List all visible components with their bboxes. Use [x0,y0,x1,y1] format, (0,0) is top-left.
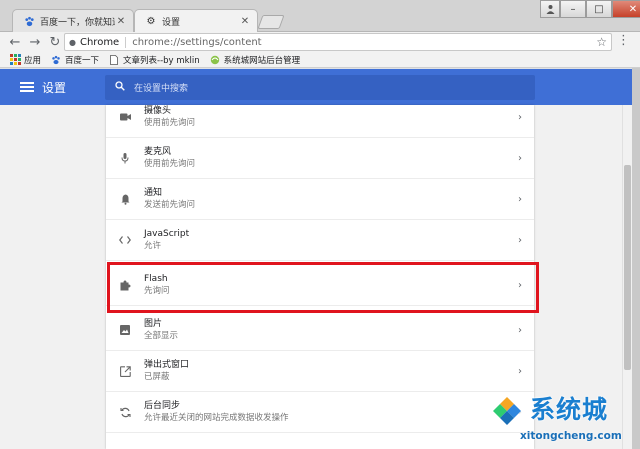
gear-icon: ⚙ [146,16,156,27]
setting-status: 允许最近关闭的网站完成数据收发操作 [144,413,289,423]
baidu-paw-icon [51,55,61,65]
bookmark-article-list[interactable]: 文章列表--by mklin [109,54,200,66]
setting-name: JavaScript [144,229,190,239]
chevron-right-icon: › [518,324,522,336]
popup-icon [106,365,144,377]
minimize-button[interactable]: – [560,0,586,18]
bookmark-baidu[interactable]: 百度一下 [51,54,99,66]
setting-name: 麦克风 [144,147,172,157]
setting-row-popups[interactable]: 弹出式窗口 已屏蔽 › [106,351,534,392]
close-window-button[interactable]: ✕ [612,0,640,18]
tab-settings[interactable]: ⚙ 设置 ✕ [134,9,258,33]
setting-status: 已屏蔽 [144,372,170,382]
apps-grid-icon [9,54,21,65]
setting-row-camera[interactable]: 摄像头 使用前先询问 › [106,105,534,138]
chevron-right-icon: › [518,152,522,164]
bookmark-apps[interactable]: 应用 [9,54,42,66]
setting-status: 全部显示 [144,331,179,341]
setting-status: 允许 [144,241,162,251]
microphone-icon [106,152,144,164]
tab-baidu[interactable]: 百度一下，你就知道 ✕ [12,9,134,32]
close-tab-icon[interactable]: ✕ [115,16,127,27]
settings-header: 设置 在设置中搜索 [0,69,632,105]
setting-name: 通知 [144,188,163,198]
tab-label: 设置 [162,18,181,28]
search-placeholder: 在设置中搜索 [134,84,189,94]
close-tab-icon[interactable]: ✕ [239,16,251,27]
bookmark-label: 应用 [24,55,42,66]
user-icon[interactable] [540,0,560,18]
camera-icon [106,113,144,121]
settings-search-input[interactable]: 在设置中搜索 [105,75,535,100]
browser-toolbar: ← → ↻ ● Chrome chrome://settings/content… [0,32,640,52]
code-brackets-icon [106,236,144,244]
chevron-right-icon: › [518,234,522,246]
maximize-button[interactable]: □ [586,0,612,18]
chevron-right-icon: › [518,193,522,205]
baidu-paw-icon [23,15,35,27]
setting-status: 使用前先询问 [144,159,196,169]
setting-name: 摄像头 [144,106,172,116]
setting-name: 弹出式窗口 [144,360,190,370]
bookmark-label: 文章列表--by mklin [123,55,200,66]
more-menu-icon[interactable]: ⋮ [617,33,630,48]
address-url[interactable]: chrome://settings/content [132,37,596,48]
image-icon [106,325,144,335]
bookmarks-bar: 应用 百度一下 文章列表--by mklin 系统城网站后台管理 [0,52,640,68]
page-icon [109,54,119,65]
setting-name: 图片 [144,319,163,329]
setting-status: 使用前先询问 [144,118,196,128]
site-globe-icon [210,55,220,65]
window-controls: – □ ✕ [540,0,640,18]
watermark: 系统城 xitongcheng.com [490,390,640,449]
setting-row-javascript[interactable]: JavaScript 允许 › [106,220,534,261]
watermark-url: xitongcheng.com [520,430,622,442]
back-arrow-icon[interactable]: ← [6,33,24,51]
setting-row-notifications[interactable]: 通知 发送前先询问 › [106,179,534,220]
search-icon [115,81,125,94]
forward-arrow-icon[interactable]: → [26,33,44,51]
chrome-page-icon: ● [69,37,76,47]
bookmark-label: 百度一下 [65,55,100,66]
chevron-right-icon: › [518,365,522,377]
watermark-brand: 系统城 [530,395,609,424]
hamburger-menu-icon[interactable] [20,82,34,92]
chevron-right-icon: › [518,111,522,123]
new-tab-button[interactable] [257,15,285,29]
title-bar: 百度一下，你就知道 ✕ ⚙ 设置 ✕ – □ ✕ [0,0,640,33]
scrollbar-thumb[interactable] [624,165,631,370]
reload-icon[interactable]: ↻ [46,33,64,51]
setting-row-images[interactable]: 图片 全部显示 › [106,310,534,351]
address-bar[interactable]: ● Chrome chrome://settings/content ☆ [64,33,612,51]
setting-row-background-sync[interactable]: 后台同步 允许最近关闭的网站完成数据收发操作 › [106,392,534,433]
setting-status: 发送前先询问 [144,200,196,210]
tab-label: 百度一下，你就知道 [40,17,115,28]
bookmark-site-admin[interactable]: 系统城网站后台管理 [210,54,301,66]
flash-highlight-box [107,262,539,313]
setting-name: 后台同步 [144,401,181,411]
address-host: Chrome [80,36,127,48]
bookmark-label: 系统城网站后台管理 [223,55,301,66]
bell-icon [106,194,144,205]
star-icon[interactable]: ☆ [596,35,607,49]
page-title: 设置 [42,80,67,95]
sync-icon [106,407,144,418]
setting-row-microphone[interactable]: 麦克风 使用前先询问 › [106,138,534,179]
watermark-logo-icon [491,395,523,427]
